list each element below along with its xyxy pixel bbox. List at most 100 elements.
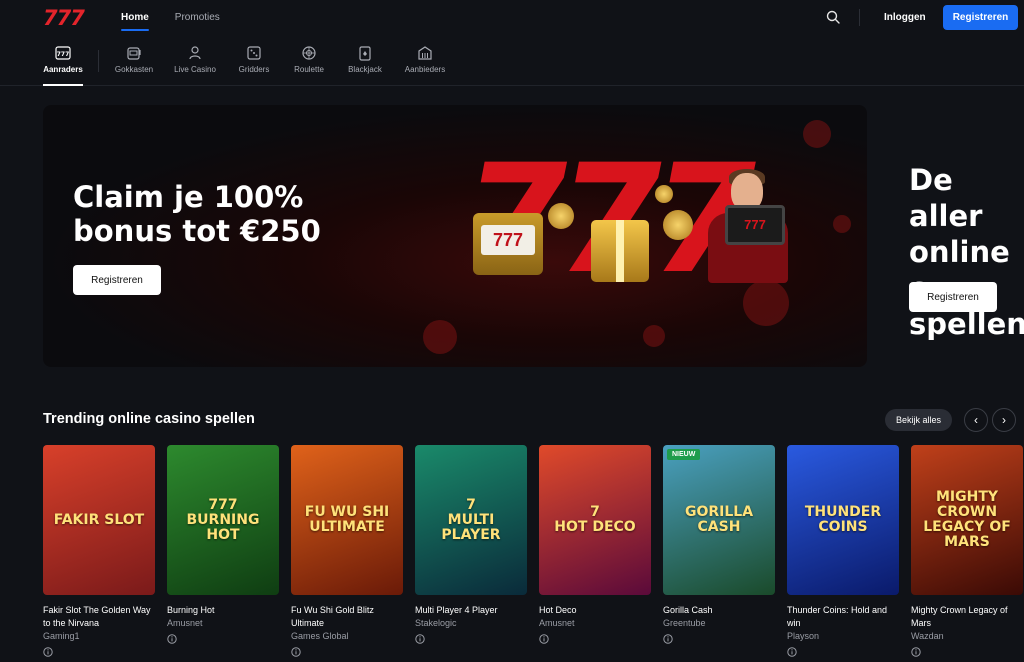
cards-icon: [359, 46, 371, 61]
slot-machine-art: 777: [473, 213, 543, 275]
category-grids[interactable]: Gridders: [237, 40, 271, 85]
game-provider: Playson: [787, 631, 820, 641]
carousel-next-button[interactable]: ›: [992, 408, 1016, 432]
see-all-button[interactable]: Bekijk alles: [885, 409, 952, 431]
game-card[interactable]: 7 HOT DECO Hot Deco Amusnet: [539, 445, 651, 649]
header-divider: [859, 9, 860, 26]
presenter-tablet: 777: [725, 205, 785, 245]
category-label: Blackjack: [348, 65, 382, 74]
category-blackjack[interactable]: Blackjack: [346, 40, 384, 85]
bokeh-light: [833, 215, 851, 233]
coin-art: [548, 203, 574, 229]
coin-art: [655, 185, 673, 203]
search-icon[interactable]: [826, 10, 840, 24]
banner-register-button[interactable]: Registreren: [73, 265, 161, 295]
game-art-title: 777 BURNING HOT: [186, 496, 260, 543]
game-provider: Amusnet: [539, 618, 575, 628]
bokeh-light: [743, 280, 789, 326]
game-provider: Greentube: [663, 618, 706, 628]
category-divider: [98, 50, 99, 72]
category-recommended[interactable]: 777 Aanraders: [43, 40, 83, 86]
game-card[interactable]: FU WU SHI ULTIMATE Fu Wu Shi Gold Blitz U…: [291, 445, 403, 662]
roulette-icon: [302, 46, 316, 60]
login-link[interactable]: Inloggen: [884, 12, 926, 23]
top-bar: 777 Home Promoties Inloggen Registreren: [0, 0, 1024, 36]
game-art-title: GORILLA CASH: [684, 504, 754, 535]
gift-box-art: [591, 220, 649, 282]
nav-home[interactable]: Home: [121, 0, 149, 36]
game-art-title: 7 MULTI PLAYER: [441, 496, 501, 543]
bokeh-light: [423, 320, 457, 354]
main-nav: Home Promoties: [121, 0, 220, 36]
game-thumbnail[interactable]: FU WU SHI ULTIMATE: [291, 445, 403, 595]
game-card[interactable]: 7 MULTI PLAYER Multi Player 4 Player Stake…: [415, 445, 527, 649]
game-thumbnail[interactable]: MIGHTY CROWN LEGACY OF MARS: [911, 445, 1023, 595]
game-provider: Wazdan: [911, 631, 944, 641]
game-name[interactable]: Hot Deco: [539, 604, 651, 617]
svg-text:777: 777: [57, 51, 70, 58]
game-name[interactable]: Burning Hot: [167, 604, 279, 617]
game-card[interactable]: 777 BURNING HOT Burning Hot Amusnet: [167, 445, 279, 649]
category-label: Aanbieders: [404, 65, 446, 74]
category-label: Gokkasten: [114, 65, 154, 74]
chevron-right-icon: ›: [1002, 413, 1006, 427]
game-name[interactable]: Fakir Slot The Golden Way to the Nirvana: [43, 604, 155, 630]
category-live-casino[interactable]: Live Casino: [172, 40, 218, 85]
game-card[interactable]: NIEUW GORILLA CASH Gorilla Cash Greentube: [663, 445, 775, 649]
new-badge: NIEUW: [667, 449, 701, 460]
info-icon[interactable]: [415, 634, 425, 644]
info-icon[interactable]: [663, 634, 673, 644]
game-thumbnail[interactable]: 7 HOT DECO: [539, 445, 651, 595]
info-icon[interactable]: [167, 634, 177, 644]
game-name[interactable]: Mighty Crown Legacy of Mars: [911, 604, 1023, 630]
game-art-title: MIGHTY CROWN LEGACY OF MARS: [923, 489, 1011, 550]
game-card[interactable]: MIGHTY CROWN LEGACY OF MARS Mighty Crown …: [911, 445, 1023, 662]
bokeh-light: [643, 325, 665, 347]
logo[interactable]: 777: [43, 6, 85, 30]
game-name[interactable]: Fu Wu Shi Gold Blitz Ultimate: [291, 604, 403, 630]
register-button[interactable]: Registreren: [943, 5, 1018, 30]
game-card[interactable]: THUNDER COINS Thunder Coins: Hold and win…: [787, 445, 899, 662]
game-art-title: FAKIR SLOT: [53, 511, 145, 528]
game-card[interactable]: FAKIR SLOT Fakir Slot The Golden Way to t…: [43, 445, 155, 662]
nav-promotions[interactable]: Promoties: [175, 0, 220, 36]
slot-reels: 777: [481, 225, 535, 255]
banner-2-title: De aller online c spellen: [909, 163, 1024, 341]
category-roulette[interactable]: Roulette: [292, 40, 326, 85]
banner-2-register-button[interactable]: Registreren: [909, 282, 997, 312]
section-title: Trending online casino spellen: [43, 411, 255, 427]
category-label: Gridders: [238, 65, 270, 74]
chevron-left-icon: ‹: [974, 413, 978, 427]
category-label: Roulette: [294, 65, 324, 74]
promo-banner[interactable]: 777 777 777 Claim je 100% bonus tot €250…: [43, 105, 867, 367]
game-name[interactable]: Multi Player 4 Player: [415, 604, 527, 617]
game-art-title: FU WU SHI ULTIMATE: [304, 504, 390, 535]
building-icon: [418, 46, 432, 60]
presenter-art: 777: [703, 169, 793, 283]
game-provider: Stakelogic: [415, 618, 457, 628]
banner-title: Claim je 100% bonus tot €250: [73, 180, 321, 248]
category-bar: 777 Aanraders Gokkasten Live Casino Grid…: [0, 40, 1024, 86]
game-thumbnail[interactable]: 7 MULTI PLAYER: [415, 445, 527, 595]
slot-machine-icon: [127, 47, 141, 60]
game-art-title: 7 HOT DECO: [554, 504, 636, 535]
dealer-icon: [189, 46, 201, 60]
game-provider: Amusnet: [167, 618, 203, 628]
game-name[interactable]: Thunder Coins: Hold and win: [787, 604, 899, 630]
category-providers[interactable]: Aanbieders: [402, 40, 448, 85]
game-thumbnail[interactable]: THUNDER COINS: [787, 445, 899, 595]
777-badge-icon: 777: [55, 46, 71, 60]
game-provider: Gaming1: [43, 631, 80, 641]
game-thumbnail[interactable]: NIEUW GORILLA CASH: [663, 445, 775, 595]
category-slots[interactable]: Gokkasten: [112, 40, 156, 85]
game-thumbnail[interactable]: FAKIR SLOT: [43, 445, 155, 595]
carousel-prev-button[interactable]: ‹: [964, 408, 988, 432]
coin-art: [663, 210, 693, 240]
game-name[interactable]: Gorilla Cash: [663, 604, 775, 617]
info-icon[interactable]: [539, 634, 549, 644]
category-label: Aanraders: [43, 65, 83, 74]
bokeh-light: [803, 120, 831, 148]
dice-icon: [247, 46, 261, 60]
game-provider: Games Global: [291, 631, 349, 641]
game-thumbnail[interactable]: 777 BURNING HOT: [167, 445, 279, 595]
